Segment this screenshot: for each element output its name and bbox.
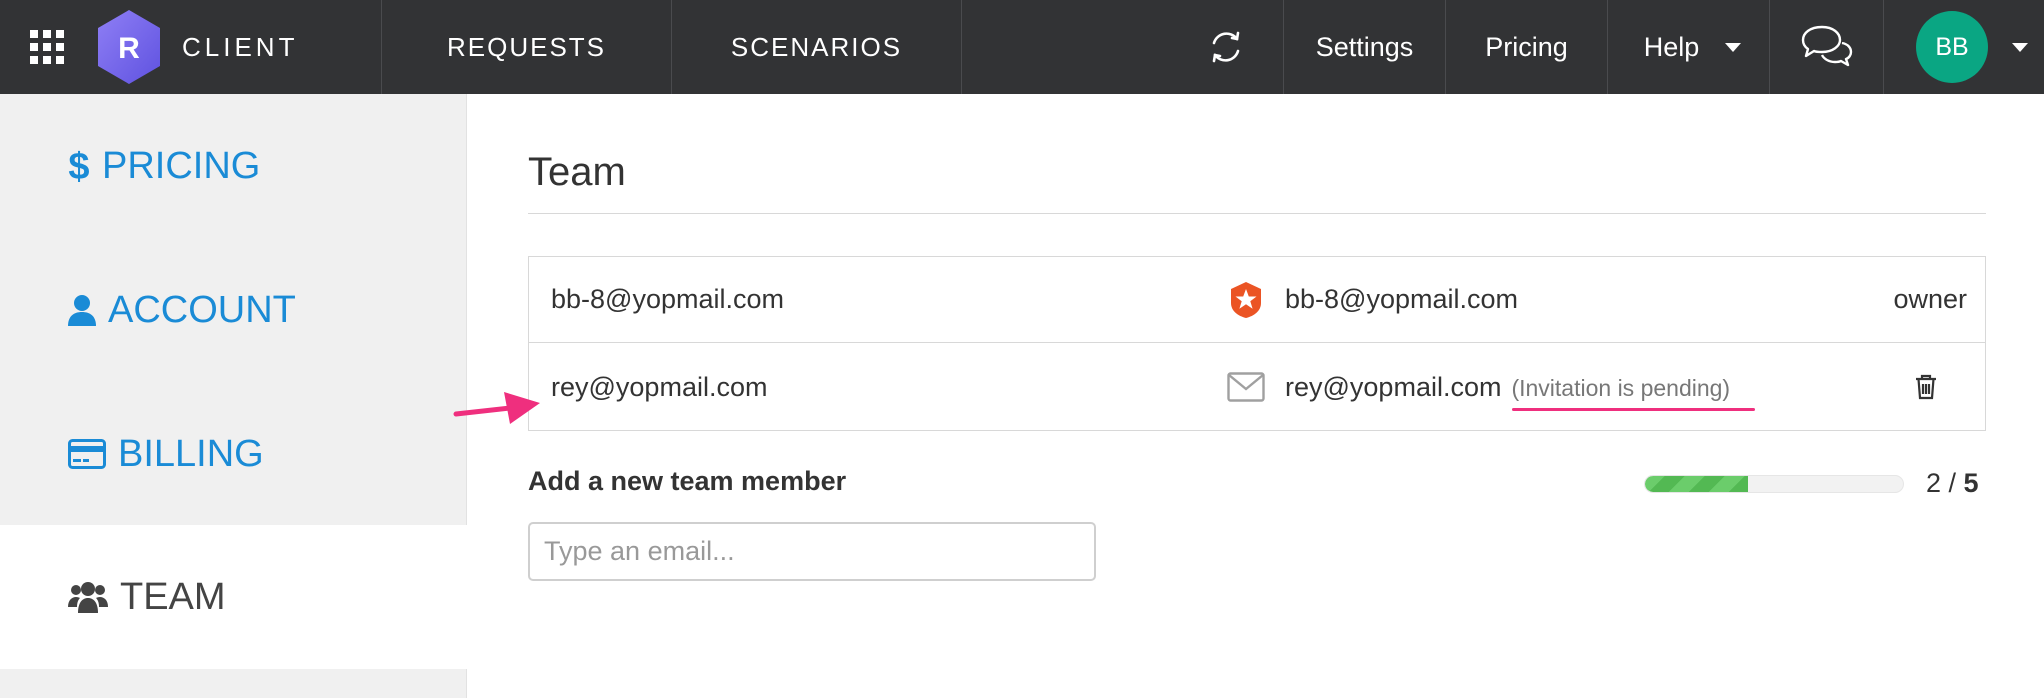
logo-icon: R xyxy=(94,8,164,86)
sync-button[interactable] xyxy=(1168,0,1284,94)
chevron-down-icon xyxy=(2012,42,2028,52)
email-input[interactable] xyxy=(528,522,1096,581)
sidebar-item-label: ACCOUNT xyxy=(108,288,296,331)
settings-link[interactable]: Settings xyxy=(1284,0,1446,94)
team-members-table: bb-8@yopmail.com bb-8@yopmail.com owner … xyxy=(528,256,1986,431)
title-divider xyxy=(528,213,1986,214)
svg-text:R: R xyxy=(118,32,140,65)
provider-email: bb-8@yopmail.com xyxy=(1285,284,1518,314)
sidebar-item-pricing[interactable]: $ PRICING xyxy=(0,94,467,238)
chevron-down-icon xyxy=(1725,42,1742,52)
seats-progress-fill xyxy=(1645,476,1749,492)
envelope-icon xyxy=(1227,372,1265,402)
seats-separator: / xyxy=(1941,468,1964,498)
page-title: Team xyxy=(528,150,626,194)
grid-icon xyxy=(30,30,64,64)
status-badge: (Invitation is pending) xyxy=(1511,374,1731,401)
trash-icon xyxy=(1916,374,1936,400)
seats-total: 5 xyxy=(1963,468,1979,498)
provider-email: rey@yopmail.com xyxy=(1285,371,1502,402)
member-role: owner xyxy=(1893,284,1967,314)
sidebar-item-account[interactable]: ACCOUNT xyxy=(0,238,467,382)
provider-email-group: rey@yopmail.com (Invitation is pending) xyxy=(1285,372,1730,403)
table-row: rey@yopmail.com rey@yopmail.com (Invitat… xyxy=(529,344,1985,430)
sidebar-item-label: BILLING xyxy=(118,432,264,475)
add-member-label: Add a new team member xyxy=(528,466,847,496)
dollar-icon: $ xyxy=(68,146,90,186)
sidebar-item-billing[interactable]: BILLING xyxy=(0,382,467,526)
sidebar-item-label: TEAM xyxy=(120,575,226,618)
apps-grid-button[interactable] xyxy=(0,0,94,94)
sidebar-item-label: PRICING xyxy=(102,144,261,187)
annotation-arrow-icon xyxy=(453,392,540,424)
avatar: BB xyxy=(1916,11,1988,83)
nav-scenarios[interactable]: SCENARIOS xyxy=(672,0,962,94)
help-label: Help xyxy=(1643,31,1700,62)
nav-requests[interactable]: REQUESTS xyxy=(382,0,672,94)
user-menu[interactable]: BB xyxy=(1884,0,2044,94)
sidebar-item-team[interactable]: TEAM xyxy=(0,525,468,669)
seats-progress-bar xyxy=(1644,475,1904,493)
settings-sidebar: $ PRICING ACCOUNT BILLING TEAM xyxy=(0,94,468,698)
seats-count: 2 / 5 xyxy=(1926,468,1979,499)
member-email: bb-8@yopmail.com xyxy=(551,284,784,314)
delete-member-button[interactable] xyxy=(1915,374,1937,400)
users-icon xyxy=(68,581,108,613)
pending-underline-annotation xyxy=(1512,408,1755,411)
help-dropdown[interactable]: Help xyxy=(1608,0,1770,94)
auth0-icon xyxy=(1227,281,1265,319)
pricing-link[interactable]: Pricing xyxy=(1446,0,1608,94)
chat-button[interactable] xyxy=(1770,0,1884,94)
credit-card-icon xyxy=(68,439,106,469)
seats-used: 2 xyxy=(1926,468,1942,498)
top-navbar: R CLIENT REQUESTS SCENARIOS Settings Pri… xyxy=(0,0,2044,94)
table-row: bb-8@yopmail.com bb-8@yopmail.com owner xyxy=(529,257,1985,343)
brand-link[interactable]: R CLIENT xyxy=(94,0,382,94)
svg-text:$: $ xyxy=(68,146,89,186)
user-icon xyxy=(68,294,96,326)
brand-name: CLIENT xyxy=(182,31,299,62)
chat-bubbles-icon xyxy=(1801,25,1852,67)
member-email: rey@yopmail.com xyxy=(551,371,768,402)
sync-icon xyxy=(1212,31,1239,63)
